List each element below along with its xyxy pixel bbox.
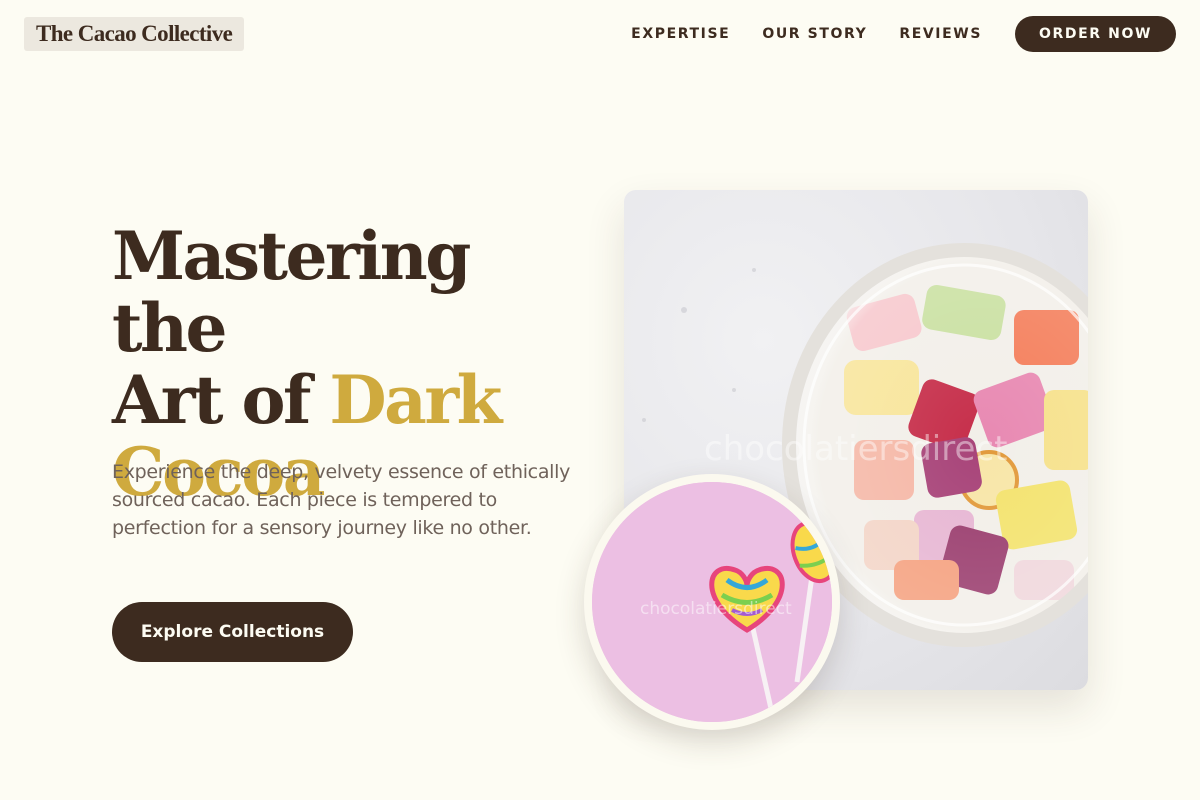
hero-title-line2: Art of: [112, 361, 330, 439]
hero-description: Experience the deep, velvety essence of …: [112, 461, 571, 539]
circle-image-watermark: chocolatiersdirect: [640, 599, 792, 619]
explore-collections-button[interactable]: Explore Collections: [112, 602, 353, 662]
main-nav: EXPERTISE OUR STORY REVIEWS ORDER NOW: [631, 16, 1176, 52]
hero-title-line1: Mastering the: [112, 217, 471, 367]
nav-link-our-story[interactable]: OUR STORY: [762, 26, 867, 42]
nav-link-reviews[interactable]: REVIEWS: [899, 26, 982, 42]
brand-logo[interactable]: The Cacao Collective: [24, 17, 245, 51]
main-image-watermark: chocolatiersdirect: [704, 429, 1007, 469]
nav-link-expertise[interactable]: EXPERTISE: [631, 26, 730, 42]
hero-title-accent-dark: Dark: [329, 361, 502, 439]
order-now-button[interactable]: ORDER NOW: [1015, 16, 1176, 52]
lollipop-circle-image: chocolatiersdirect: [584, 474, 840, 730]
